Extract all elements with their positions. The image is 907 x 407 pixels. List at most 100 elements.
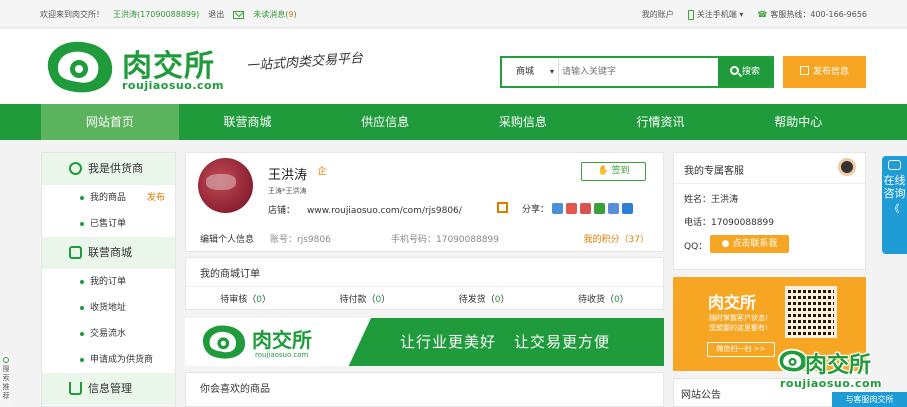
- site-logo[interactable]: 肉交所 roujiaosuo.com: [42, 38, 232, 96]
- search-recommend-tab[interactable]: 搜索推荐: [0, 355, 12, 407]
- share-qq-icon[interactable]: [608, 203, 620, 214]
- chat-with-service-bar[interactable]: 与客服肉交所: [832, 392, 907, 407]
- promo-cta[interactable]: 微信扫一扫 >>: [707, 342, 775, 357]
- points-link[interactable]: 我的积分（37）: [584, 232, 649, 245]
- search-category-select[interactable]: 商城: [502, 58, 559, 86]
- share-more-icon[interactable]: [622, 203, 634, 214]
- shop-label: 店铺：: [268, 206, 296, 216]
- promo-line-1: 随时掌握客户状态!: [709, 314, 768, 322]
- user-link[interactable]: 王洪涛(17090088899): [113, 9, 199, 20]
- header: 肉交所 roujiaosuo.com 一站式肉类交易平台 商城 搜索 发布信息: [0, 29, 907, 104]
- chat-bubble-icon: [888, 160, 901, 170]
- shop-url-link[interactable]: www.roujiaosuo.com/com/rjs9806/: [307, 206, 462, 216]
- service-phone: 电话：17090088899: [684, 218, 774, 228]
- sidebar-section-title: 信息管理: [88, 382, 132, 395]
- publish-info-button[interactable]: 发布信息: [783, 56, 866, 88]
- promo-banner[interactable]: 肉交所 roujiaosuo.com 让行业更美好 让交易更方便: [185, 318, 664, 366]
- share-wechat-icon[interactable]: [594, 203, 606, 214]
- stat-label: 待审核（: [220, 295, 257, 305]
- recommend-icon: [3, 357, 9, 363]
- publish-goods-link[interactable]: 发布: [147, 185, 165, 211]
- hotline: ☎ 客服热线：400-166-9656: [757, 9, 867, 20]
- mail-icon: [233, 10, 245, 19]
- contact-qq-button[interactable]: ● 点击联系我: [710, 235, 789, 253]
- signin-icon: ✋: [597, 166, 612, 176]
- sidebar-section-title: 我是供货商: [88, 162, 143, 175]
- divider: [186, 286, 663, 287]
- signin-button[interactable]: ✋ 签到: [581, 162, 646, 181]
- service-name: 姓名：王洪涛: [684, 195, 739, 205]
- search-input[interactable]: [562, 62, 712, 82]
- logout-link[interactable]: 退出: [208, 9, 224, 20]
- hotline-text: 客服热线：400-166-9656: [770, 10, 867, 19]
- mobile-label: 关注手机端: [696, 10, 737, 19]
- cart-icon: [69, 382, 82, 395]
- main-nav: 网站首页 联营商城 供应信息 采购信息 行情资讯 帮助中心: [0, 104, 907, 140]
- banner-slogan: 让行业更美好 让交易更方便: [400, 331, 610, 352]
- avatar[interactable]: [198, 158, 253, 213]
- nav-item-supply[interactable]: 供应信息: [316, 104, 454, 140]
- sidebar-item-my-goods[interactable]: 我的商品 发布: [42, 185, 175, 211]
- qr-code-icon[interactable]: [497, 202, 508, 213]
- signin-label: 签到: [611, 166, 630, 176]
- recommended-title: 你会喜欢的商品: [200, 384, 270, 395]
- share-label: 分享：: [522, 205, 550, 215]
- promo-line-2: 您想要的这里都有!: [709, 324, 768, 332]
- search-button-label: 搜索: [741, 67, 760, 77]
- profile-meta-row: 编辑个人信息 账号：rjs9806 手机号码：17090088899 我的积分（…: [186, 225, 663, 251]
- phone-number: 手机号码：17090088899: [391, 235, 499, 245]
- chevron-down-icon: ▾: [739, 10, 744, 19]
- order-stat-pending-payment[interactable]: 待付款（0）: [305, 292, 424, 305]
- stat-label: 待收货（: [577, 295, 614, 305]
- mobile-phone-icon: [687, 9, 694, 20]
- order-stat-pending-shipment[interactable]: 待发货（0）: [425, 292, 544, 305]
- banner-slogan-2: 让交易更方便: [514, 333, 611, 351]
- sidebar-item-address[interactable]: 收货地址: [42, 295, 175, 321]
- nav-item-help[interactable]: 帮助中心: [729, 104, 867, 140]
- sidebar-item-apply-supplier[interactable]: 申请成为供货商: [42, 347, 175, 373]
- shop-info: 店铺： www.roujiaosuo.com/com/rjs9806/: [268, 203, 462, 216]
- account-id: 账号：rjs9806: [270, 235, 331, 245]
- order-stat-pending-receipt[interactable]: 待收货（0）: [544, 292, 663, 305]
- unread-messages-link[interactable]: 未读消息(9): [253, 9, 296, 20]
- online-consult-button[interactable]: 在线 咨询 《: [882, 156, 907, 254]
- supplier-icon: [69, 162, 82, 175]
- stat-close: ）: [381, 295, 391, 305]
- service-agent-icon: [838, 158, 856, 176]
- stat-label: 待付款（: [339, 295, 376, 305]
- share-renren-icon[interactable]: [580, 203, 592, 214]
- logo-domain: roujiaosuo.com: [122, 79, 224, 92]
- profile-card: 王洪涛 企 王涛*王洪涛 店铺： www.roujiaosuo.com/com/r…: [185, 152, 664, 252]
- banner-domain: roujiaosuo.com: [255, 351, 309, 359]
- nav-item-mall[interactable]: 联营商城: [179, 104, 317, 140]
- sidebar: 我是供货商 我的商品 发布 已售订单 联营商城 我的订单 收货地址 交易流水 申请…: [41, 152, 176, 407]
- sidebar-item-sold-orders[interactable]: 已售订单: [42, 211, 175, 237]
- enterprise-badge: 企: [317, 167, 327, 177]
- divider: [674, 183, 865, 184]
- mobile-link[interactable]: 关注手机端 ▾: [687, 9, 744, 20]
- nav-item-purchase[interactable]: 采购信息: [454, 104, 592, 140]
- service-title: 我的专属客服: [684, 166, 744, 177]
- chevron-left-icon: 《: [889, 204, 900, 215]
- sidebar-section-info: 信息管理: [42, 373, 175, 405]
- stat-label: 待发货（: [458, 295, 495, 305]
- sidebar-item-my-orders[interactable]: 我的订单: [42, 269, 175, 295]
- edit-profile-link[interactable]: 编辑个人信息: [200, 232, 254, 245]
- my-account-link[interactable]: 我的账户: [642, 9, 674, 20]
- stat-close: ）: [261, 295, 271, 305]
- search-button[interactable]: 搜索: [718, 58, 772, 86]
- unread-label: 未读消息(: [253, 10, 289, 19]
- order-stat-pending-review[interactable]: 待审核（0）: [186, 292, 305, 305]
- top-bar: 欢迎来到肉交所！ 王洪涛(17090088899) 退出 未读消息(9) 我的账…: [0, 0, 907, 28]
- search-bar: 商城 搜索: [500, 56, 774, 88]
- share-qzone-icon[interactable]: [552, 203, 564, 214]
- share-weibo-icon[interactable]: [566, 203, 578, 214]
- nav-item-market[interactable]: 行情资讯: [592, 104, 730, 140]
- nav-item-home[interactable]: 网站首页: [41, 104, 179, 140]
- welcome-text: 欢迎来到肉交所！: [40, 10, 104, 19]
- logo-icon: [47, 41, 113, 93]
- qq-button-label: 点击联系我: [732, 239, 778, 249]
- edit-icon: [799, 66, 809, 75]
- promo-text: 随时掌握客户状态! 您想要的这里都有!: [709, 313, 768, 333]
- sidebar-item-transactions[interactable]: 交易流水: [42, 321, 175, 347]
